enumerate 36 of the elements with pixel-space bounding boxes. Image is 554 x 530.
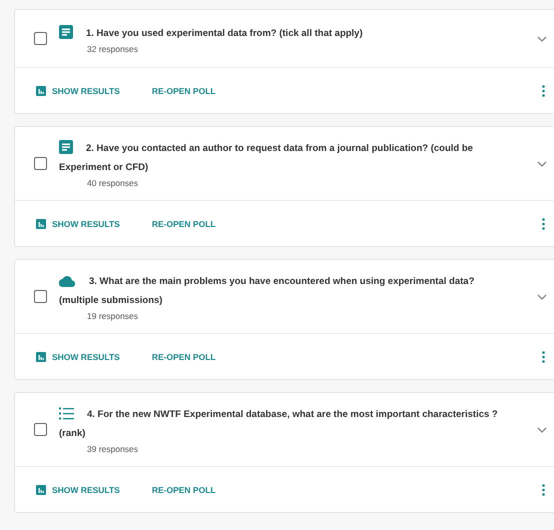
show-results-button[interactable]: SHOW RESULTS <box>36 352 120 362</box>
chevron-down-icon[interactable] <box>537 160 547 166</box>
reopen-poll-button[interactable]: RE-OPEN POLL <box>152 485 216 495</box>
poll-question: 3. What are the main problems you have encountered when using experimental data? (multiple submissions) <box>59 275 476 308</box>
reopen-poll-button[interactable]: RE-OPEN POLL <box>152 219 216 229</box>
chevron-down-icon[interactable] <box>537 36 547 42</box>
checkbox[interactable] <box>34 290 47 303</box>
numbered-list-icon <box>59 407 74 420</box>
bar-chart-icon <box>36 352 46 362</box>
checkbox[interactable] <box>34 32 47 45</box>
response-count: 32 responses <box>87 44 140 54</box>
show-results-button[interactable]: SHOW RESULTS <box>36 485 120 495</box>
reopen-poll-button[interactable]: RE-OPEN POLL <box>152 86 216 96</box>
cloud-icon <box>59 276 76 287</box>
bar-chart-icon <box>36 485 46 495</box>
chevron-down-icon[interactable] <box>537 294 547 300</box>
response-count: 19 responses <box>87 311 140 321</box>
poll-question: 2. Have you contacted an author to request data from a journal publication? (could be Experiment or CFD) <box>59 139 511 177</box>
text-card-icon <box>59 24 73 38</box>
poll-question: 1. Have you used experimental data from? (tick all that apply) <box>59 24 511 42</box>
bar-chart-icon <box>36 219 46 229</box>
more-options-icon[interactable] <box>542 85 545 97</box>
show-results-button[interactable]: SHOW RESULTS <box>36 219 120 229</box>
more-options-icon[interactable] <box>542 218 545 230</box>
chevron-down-icon[interactable] <box>537 426 547 432</box>
more-options-icon[interactable] <box>542 484 545 496</box>
checkbox[interactable] <box>34 157 47 170</box>
show-results-button[interactable]: SHOW RESULTS <box>36 86 120 96</box>
bar-chart-icon <box>36 86 46 96</box>
response-count: 39 responses <box>87 444 140 454</box>
poll-question: 4. For the new NWTF Experimental database, what are the most important characteristics ? (rank) <box>59 406 499 441</box>
response-count: 40 responses <box>87 178 140 188</box>
reopen-poll-button[interactable]: RE-OPEN POLL <box>152 352 216 362</box>
checkbox[interactable] <box>34 423 47 436</box>
text-card-icon <box>59 140 73 154</box>
more-options-icon[interactable] <box>542 351 545 363</box>
